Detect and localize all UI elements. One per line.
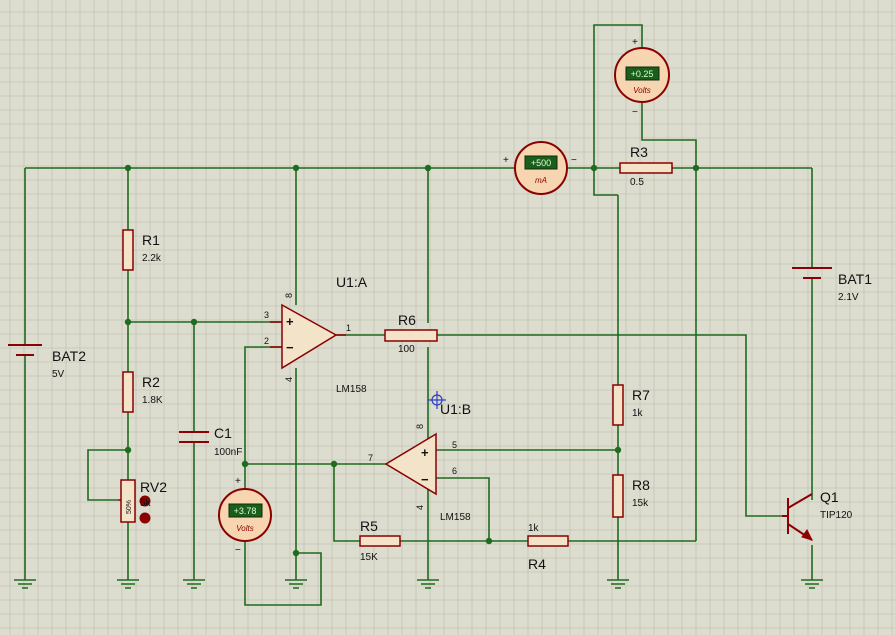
capacitor-c1[interactable]: C1 100nF — [179, 425, 242, 458]
wire-r3-left — [593, 168, 618, 196]
junction-dot — [614, 446, 622, 454]
r7-ref: R7 — [632, 387, 650, 403]
voltmeter-bottom-plus: + — [235, 476, 241, 487]
r6-ref: R6 — [398, 312, 416, 328]
r8-ref: R8 — [632, 477, 650, 493]
c1-ref: C1 — [214, 425, 232, 441]
ground-icon — [801, 579, 823, 589]
bat2-ref: BAT2 — [52, 348, 86, 364]
opamp-u1b[interactable]: + − 5 6 7 8 4 U1:B LM158 — [368, 401, 471, 523]
junction-dot — [485, 537, 493, 545]
q1-ref: Q1 — [820, 489, 839, 505]
transistor-q1[interactable]: Q1 TIP120 — [782, 489, 853, 541]
u1b-minus-sign: − — [421, 472, 429, 487]
bat1-value: 2.1V — [838, 292, 859, 303]
r2-ref: R2 — [142, 374, 160, 390]
u1a-plus-sign: + — [286, 314, 294, 329]
r5-value: 15K — [360, 552, 378, 563]
junction-dot — [424, 164, 432, 172]
resistor-r6[interactable]: R6 100 — [384, 312, 438, 355]
u1a-minus-sign: − — [286, 340, 294, 355]
resistor-r3[interactable]: R3 0.5 — [619, 144, 673, 188]
ammeter-reading: +500 — [531, 158, 551, 168]
voltmeter-top-plus: + — [632, 37, 638, 48]
r5-ref: R5 — [360, 518, 378, 534]
wire-u1a-minus — [244, 346, 386, 465]
r4-value: 1k — [528, 523, 540, 534]
junction-dot — [124, 164, 132, 172]
ground-icon — [183, 579, 205, 589]
u1b-pin7: 7 — [368, 453, 373, 463]
rv2-value: 5k — [140, 498, 152, 509]
battery-bat1[interactable]: BAT1 2.1V — [792, 267, 872, 303]
junction-dot — [241, 460, 249, 468]
resistor-r5[interactable]: R5 15K — [359, 518, 401, 563]
junction-dot — [330, 460, 338, 468]
ammeter-unit: mA — [535, 176, 547, 185]
voltmeter-bottom-minus: − — [235, 545, 241, 556]
resistor-r4[interactable]: 1k R4 — [527, 523, 569, 572]
junction-dot — [692, 164, 700, 172]
junction-dot — [292, 164, 300, 172]
u1a-pin3: 3 — [264, 310, 269, 320]
resistor-r7[interactable]: R7 1k — [612, 384, 650, 426]
ammeter-minus: − — [571, 155, 577, 166]
u1b-pin6: 6 — [452, 466, 457, 476]
bat2-value: 5V — [52, 369, 65, 380]
u1b-part: LM158 — [440, 512, 471, 523]
grid — [0, 0, 895, 635]
schematic-canvas: R1 2.2k R2 1.8K 50% RV2 5k C1 100nF BAT2… — [0, 0, 895, 635]
bat1-ref: BAT1 — [838, 271, 872, 287]
u1a-pin1: 1 — [346, 323, 351, 333]
voltmeter-top-reading: +0.25 — [631, 69, 654, 79]
r1-ref: R1 — [142, 232, 160, 248]
voltmeter-top-unit: Volts — [633, 86, 651, 95]
junction-dot — [292, 549, 300, 557]
voltmeter-bottom-unit: Volts — [236, 524, 254, 533]
r1-value: 2.2k — [142, 253, 162, 264]
u1b-ref: U1:B — [440, 401, 471, 417]
rv2-decrease-button[interactable] — [139, 512, 151, 524]
junction-dot — [124, 446, 132, 454]
u1a-part: LM158 — [336, 384, 367, 395]
ground-icon — [14, 579, 36, 589]
voltmeter-top-minus: − — [632, 107, 638, 118]
r2-value: 1.8K — [142, 395, 163, 406]
junction-dot — [190, 318, 198, 326]
u1b-pin5: 5 — [452, 440, 457, 450]
voltmeter-bottom-reading: +3.78 — [234, 506, 257, 516]
q1-value: TIP120 — [820, 510, 853, 521]
u1b-pin4: 4 — [415, 505, 425, 510]
battery-bat2[interactable]: BAT2 5V — [8, 344, 86, 380]
r4-ref: R4 — [528, 556, 546, 572]
c1-value: 100nF — [214, 447, 242, 458]
resistor-r2[interactable]: R2 1.8K — [122, 371, 163, 413]
u1a-pin2: 2 — [264, 336, 269, 346]
u1a-pin8: 8 — [284, 293, 294, 298]
r3-value: 0.5 — [630, 177, 644, 188]
junction-dot — [590, 164, 598, 172]
u1b-plus-sign: + — [421, 445, 429, 460]
u1b-pin8: 8 — [415, 424, 425, 429]
r8-value: 15k — [632, 498, 649, 509]
ground-icon — [417, 579, 439, 589]
r6-value: 100 — [398, 344, 415, 355]
resistor-r8[interactable]: R8 15k — [612, 474, 650, 518]
rv2-ref: RV2 — [140, 479, 167, 495]
rv2-body-label: 50% — [126, 500, 133, 514]
r7-value: 1k — [632, 408, 644, 419]
grounds — [14, 579, 823, 589]
u1a-ref: U1:A — [336, 274, 368, 290]
potentiometer-rv2[interactable]: 50% RV2 5k — [118, 479, 167, 524]
u1a-pin4: 4 — [284, 377, 294, 382]
r3-ref: R3 — [630, 144, 648, 160]
junction-dot — [124, 318, 132, 326]
ammeter-plus: + — [503, 155, 509, 166]
